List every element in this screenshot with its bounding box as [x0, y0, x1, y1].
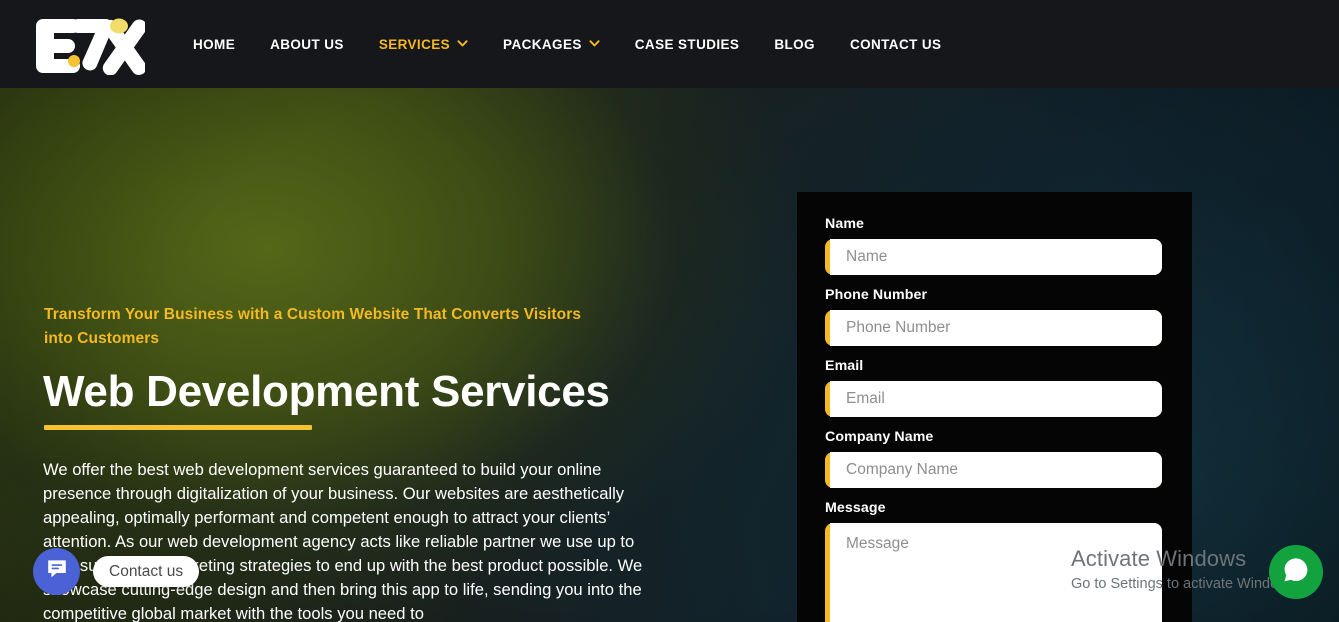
whatsapp-launcher-button[interactable] — [1269, 545, 1323, 599]
nav-item-label: BLOG — [774, 36, 815, 52]
field-label: Message — [825, 500, 886, 516]
chat-tooltip[interactable]: Contact us — [93, 556, 200, 587]
message-textarea[interactable] — [830, 523, 1162, 622]
form-field-message: Message — [825, 500, 1162, 622]
form-field-company-name: Company Name — [825, 429, 1162, 488]
input-accent-wrap — [825, 523, 1162, 622]
title-underline — [44, 425, 312, 430]
site-header: HOME ABOUT US SERVICES PACKAGES CASE STU… — [0, 0, 1339, 88]
nav-item-services[interactable]: SERVICES — [379, 27, 468, 62]
chevron-down-icon — [457, 38, 468, 49]
field-label: Company Name — [825, 429, 934, 445]
message-icon — [45, 557, 69, 586]
field-label: Phone Number — [825, 287, 928, 303]
nav-item-contact-us[interactable]: CONTACT US — [850, 27, 942, 62]
main-nav: HOME ABOUT US SERVICES PACKAGES CASE STU… — [193, 27, 941, 62]
chat-launcher-button[interactable] — [33, 548, 80, 595]
nav-item-label: HOME — [193, 36, 236, 52]
email-input[interactable] — [830, 381, 1162, 417]
hero-body-text: We offer the best web development servic… — [43, 460, 643, 622]
etx-logo[interactable] — [33, 13, 145, 75]
nav-item-blog[interactable]: BLOG — [774, 27, 815, 62]
hero-eyebrow: Transform Your Business with a Custom We… — [44, 306, 582, 348]
nav-item-home[interactable]: HOME — [193, 27, 235, 62]
page-title: Web Development Services — [43, 367, 610, 416]
form-field-phone-number: Phone Number — [825, 287, 1162, 346]
nav-item-label: SERVICES — [378, 36, 451, 52]
input-accent-wrap — [825, 239, 1162, 275]
field-label: Email — [825, 358, 864, 374]
phone-number-input[interactable] — [830, 310, 1162, 346]
nav-item-packages[interactable]: PACKAGES — [503, 27, 600, 62]
whatsapp-icon — [1281, 555, 1311, 590]
chevron-down-icon — [589, 38, 600, 49]
nav-item-case-studies[interactable]: CASE STUDIES — [635, 27, 740, 62]
form-field-name: Name — [825, 216, 1162, 275]
input-accent-wrap — [825, 452, 1162, 488]
nav-item-label: ABOUT US — [270, 36, 344, 52]
contact-form: Name Phone Number Email Company Name Mes… — [797, 192, 1192, 622]
name-input[interactable] — [830, 239, 1162, 275]
company-name-input[interactable] — [830, 452, 1162, 488]
etx-logo-mark — [36, 18, 145, 75]
field-label: Name — [825, 216, 865, 232]
form-field-email: Email — [825, 358, 1162, 417]
input-accent-wrap — [825, 381, 1162, 417]
nav-item-about-us[interactable]: ABOUT US — [270, 27, 344, 62]
input-accent-wrap — [825, 310, 1162, 346]
nav-item-label: CONTACT US — [849, 36, 942, 52]
nav-item-label: CASE STUDIES — [634, 36, 740, 52]
nav-item-label: PACKAGES — [503, 36, 582, 52]
